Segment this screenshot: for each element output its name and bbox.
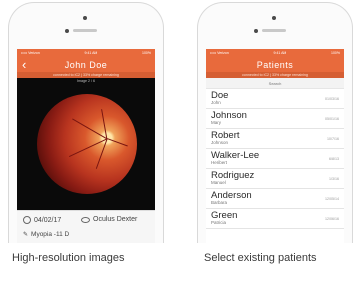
carrier-label: ••••• Verizon [210, 51, 229, 55]
battery-label: 100% [142, 51, 151, 55]
retina-image [37, 94, 137, 194]
patient-first-name: Patricia [211, 220, 227, 225]
caption-left: High-resolution images [12, 252, 125, 264]
patient-date: 6/8/13 [329, 157, 339, 161]
camera-dot [272, 16, 276, 20]
patients-list-screen: ••••• Verizon 9:41 AM 100% Patients conn… [206, 49, 344, 243]
patient-first-name: Heribert [211, 160, 228, 165]
carrier-label: ••••• Verizon [21, 51, 40, 55]
patient-row[interactable]: Walker-Lee Heribert 6/8/13 [206, 149, 344, 169]
eye-row: Oculus Dexter [81, 216, 137, 223]
image-date: 04/02/17 [34, 216, 62, 224]
patient-first-name: Johnson [211, 140, 229, 145]
eye-icon [81, 216, 90, 223]
vessel-line [101, 109, 108, 139]
nav-bar: ‹ John Doe [17, 57, 155, 72]
time-label: 9:41 AM [273, 51, 287, 55]
status-bar: ••••• Verizon 9:41 AM 100% [17, 49, 155, 57]
vessel-line [106, 138, 128, 147]
speaker-grille [262, 29, 286, 32]
time-label: 9:41 AM [84, 51, 98, 55]
sensor-dot [65, 29, 69, 33]
eye-side: Oculus Dexter [93, 216, 138, 223]
caption-right: Select existing patients [204, 252, 317, 264]
diagnosis-note: Myopia -11 D [31, 231, 70, 238]
nav-title: Patients [256, 59, 294, 70]
patient-first-name: Mary [211, 120, 221, 125]
patient-detail-screen: ••••• Verizon 9:41 AM 100% ‹ John Doe co… [17, 49, 155, 243]
patient-row[interactable]: Green Patricia 12/06/16 [206, 209, 344, 229]
fundus-image-viewer[interactable]: Image 2 / 6 [17, 78, 155, 210]
patient-date: 12/05/14 [325, 197, 339, 201]
image-counter: Image 2 / 6 [77, 79, 95, 83]
date-row: 04/02/17 [23, 216, 61, 224]
image-info-panel: 04/02/17 Oculus Dexter ✎ Myopia -11 D [17, 210, 155, 243]
patient-date: 12/06/16 [325, 217, 339, 221]
status-bar: ••••• Verizon 9:41 AM 100% [206, 49, 344, 57]
patient-row[interactable]: Rodriguez Manuel 1/3/16 [206, 169, 344, 189]
patient-list: Doe John 01/03/16 Johnson Mary 05/01/16 … [206, 89, 344, 229]
phone-frame-right: ••••• Verizon 9:41 AM 100% Patients conn… [197, 2, 353, 243]
note-row: ✎ Myopia -11 D [23, 231, 69, 238]
patient-first-name: John [211, 100, 221, 105]
patient-row[interactable]: Robert Johnson 10/7/16 [206, 129, 344, 149]
patient-date: 10/7/16 [327, 137, 339, 141]
speaker-grille [73, 29, 97, 32]
patient-date: 05/01/16 [325, 117, 339, 121]
search-bar [206, 78, 344, 89]
back-chevron-icon[interactable]: ‹ [22, 57, 26, 72]
patient-row[interactable]: Doe John 01/03/16 [206, 89, 344, 109]
patient-first-name: Barbara [211, 200, 228, 205]
sensor-dot [254, 29, 258, 33]
patient-date: 01/03/16 [325, 97, 339, 101]
patient-date: 1/3/16 [329, 177, 339, 181]
camera-dot [83, 16, 87, 20]
patient-row[interactable]: Johnson Mary 05/01/16 [206, 109, 344, 129]
clock-icon [23, 216, 31, 224]
vessel-line [72, 118, 108, 140]
phone-frame-left: ••••• Verizon 9:41 AM 100% ‹ John Doe co… [8, 2, 164, 243]
battery-label: 100% [331, 51, 340, 55]
patient-row[interactable]: Anderson Barbara 12/05/14 [206, 189, 344, 209]
nav-bar: Patients [206, 57, 344, 72]
pencil-icon: ✎ [23, 232, 29, 238]
search-input[interactable] [215, 80, 335, 86]
patient-first-name: Manuel [211, 180, 226, 185]
nav-title: John Doe [64, 59, 108, 70]
